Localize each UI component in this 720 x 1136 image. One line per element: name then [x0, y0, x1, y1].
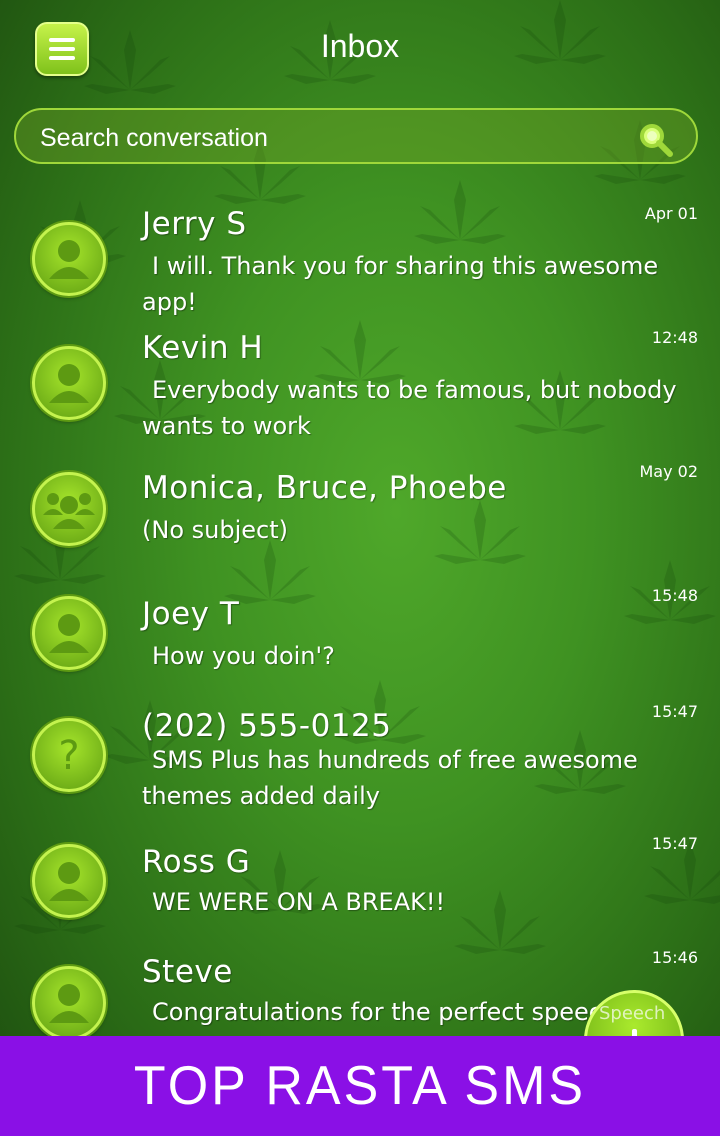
person-icon: [49, 984, 89, 1023]
conversation-item[interactable]: Ross G 15:47 WE WERE ON A BREAK!!: [0, 828, 720, 938]
unknown-contact-icon: ?: [58, 733, 79, 779]
contact-name: Ross G: [142, 844, 251, 880]
person-icon: [49, 862, 89, 901]
message-time: 15:47: [651, 834, 698, 853]
message-time: 12:48: [651, 328, 698, 347]
person-icon: [49, 364, 89, 403]
message-snippet: How you doin'?: [152, 642, 335, 670]
contact-name: (202) 555-0125: [142, 708, 392, 744]
message-snippet: Everybody wants to be famous, but nobody…: [142, 376, 677, 440]
search-bar: [14, 108, 698, 164]
contact-name: Joey T: [142, 596, 240, 632]
person-icon: [49, 614, 89, 653]
contact-name: Monica, Bruce, Phoebe: [142, 470, 507, 506]
contact-avatar[interactable]: [32, 966, 106, 1040]
message-snippet: WE WERE ON A BREAK!!: [152, 888, 446, 916]
promo-banner[interactable]: TOP RASTA SMS: [0, 1036, 720, 1136]
svg-text:?: ?: [58, 733, 79, 779]
message-time: 15:47: [651, 702, 698, 721]
conversation-item[interactable]: Monica, Bruce, Phoebe May 02 (No subject…: [0, 456, 720, 580]
contact-avatar[interactable]: [32, 472, 106, 546]
contact-avatar[interactable]: [32, 222, 106, 296]
message-time: Apr 01: [644, 204, 698, 223]
conversation-item[interactable]: Joey T 15:48 How you doin'?: [0, 580, 720, 690]
message-snippet: SMS Plus has hundreds of free awesome th…: [142, 746, 638, 810]
search-icon[interactable]: [638, 122, 674, 158]
message-time: 15:46: [651, 948, 698, 967]
person-icon: [49, 240, 89, 279]
contact-name: Kevin H: [142, 330, 264, 366]
contact-avatar[interactable]: ?: [32, 718, 106, 792]
contact-name: Steve: [142, 954, 233, 990]
contact-avatar[interactable]: [32, 596, 106, 670]
conversation-item[interactable]: Kevin H 12:48 Everybody wants to be famo…: [0, 320, 720, 444]
top-bar: Inbox: [0, 0, 720, 100]
fab-label: Speech: [599, 1003, 666, 1024]
page-title: Inbox: [320, 28, 400, 64]
message-snippet: I will. Thank you for sharing this aweso…: [142, 252, 659, 316]
banner-text: TOP RASTA SMS: [133, 1055, 587, 1117]
contact-name: Jerry S: [142, 206, 247, 242]
conversation-item[interactable]: ? (202) 555-0125 15:47 SMS Plus has hund…: [0, 702, 720, 826]
group-icon: [43, 493, 95, 529]
contact-avatar[interactable]: [32, 346, 106, 420]
message-snippet: (No subject): [142, 516, 288, 544]
contact-avatar[interactable]: [32, 844, 106, 918]
message-time: 15:48: [651, 586, 698, 605]
search-input[interactable]: [38, 122, 602, 154]
message-time: May 02: [639, 462, 698, 481]
conversation-item[interactable]: Jerry S Apr 01 I will. Thank you for sha…: [0, 196, 720, 320]
